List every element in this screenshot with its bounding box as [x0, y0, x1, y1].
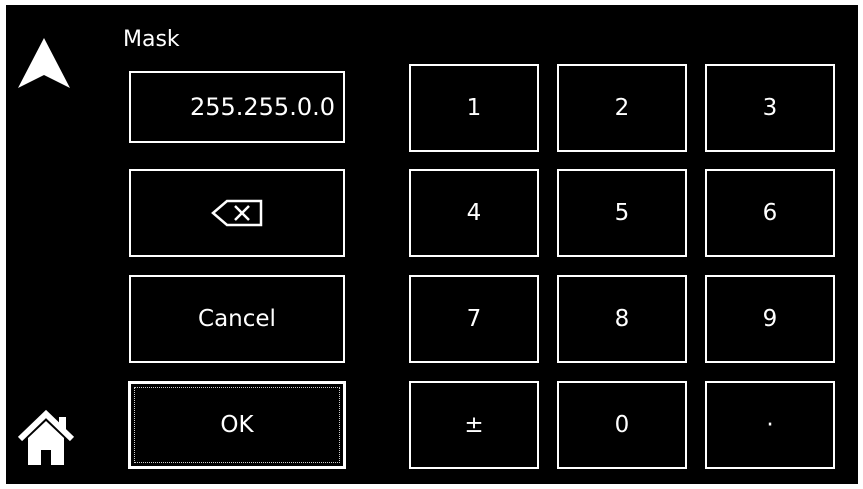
key-7[interactable]: 7 [409, 275, 539, 363]
key-decimal-point[interactable]: · [705, 381, 835, 469]
key-2[interactable]: 2 [557, 64, 687, 152]
backspace-button[interactable] [129, 169, 345, 257]
key-label: 9 [762, 306, 778, 332]
key-3[interactable]: 3 [705, 64, 835, 152]
key-5[interactable]: 5 [557, 169, 687, 257]
up-arrow-icon[interactable] [16, 36, 72, 90]
key-label: ± [464, 412, 484, 438]
cancel-label: Cancel [198, 306, 276, 332]
key-label: 8 [614, 306, 630, 332]
key-label: 5 [614, 200, 630, 226]
key-label: 3 [762, 95, 778, 121]
mask-value: 255.255.0.0 [189, 93, 335, 121]
key-label: 2 [614, 95, 630, 121]
key-6[interactable]: 6 [705, 169, 835, 257]
backspace-icon [211, 199, 263, 227]
key-label: · [766, 412, 774, 438]
ok-button[interactable]: OK [128, 381, 346, 469]
key-label: 1 [466, 95, 482, 121]
key-label: 7 [466, 306, 482, 332]
key-9[interactable]: 9 [705, 275, 835, 363]
ok-label: OK [220, 412, 254, 438]
key-label: 0 [614, 412, 630, 438]
home-icon[interactable] [17, 409, 75, 467]
key-label: 4 [466, 200, 482, 226]
key-1[interactable]: 1 [409, 64, 539, 152]
page-title: Mask [123, 27, 180, 52]
key-0[interactable]: 0 [557, 381, 687, 469]
mask-value-field[interactable]: 255.255.0.0 [129, 71, 345, 143]
key-label: 6 [762, 200, 778, 226]
cancel-button[interactable]: Cancel [129, 275, 345, 363]
mask-entry-screen: Mask 255.255.0.0 Cancel OK 1 2 3 4 5 6 7… [6, 5, 858, 484]
key-8[interactable]: 8 [557, 275, 687, 363]
key-plus-minus[interactable]: ± [409, 381, 539, 469]
key-4[interactable]: 4 [409, 169, 539, 257]
